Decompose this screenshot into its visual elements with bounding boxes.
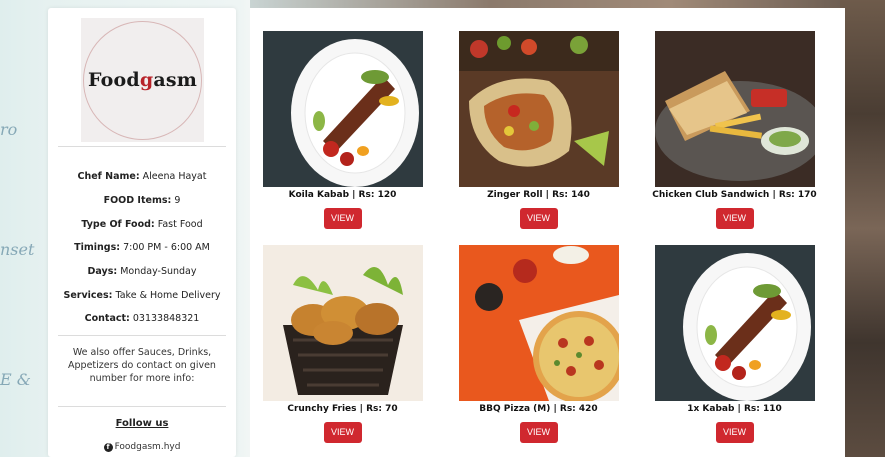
food-title: BBQ Pizza (M) | Rs: 420 — [479, 404, 598, 414]
follow-us-link[interactable]: Follow us — [48, 418, 236, 429]
food-title: Crunchy Fries | Rs: 70 — [287, 404, 398, 414]
food-title: Koila Kabab | Rs: 120 — [288, 190, 397, 200]
days-value: Monday-Sunday — [120, 266, 197, 277]
food-image-koila-kabab[interactable] — [262, 31, 423, 187]
food-title: Zinger Roll | Rs: 140 — [487, 190, 590, 200]
background-decor: nset — [0, 240, 35, 259]
extras-note: We also offer Sauces, Drinks, Appetizers… — [68, 347, 216, 384]
logo-wordmark: Foodgasm — [88, 69, 197, 91]
view-button[interactable]: VIEW — [519, 208, 558, 229]
view-button[interactable]: VIEW — [715, 208, 754, 229]
food-image-bbq-pizza[interactable] — [458, 245, 619, 401]
facebook-icon: f — [103, 442, 113, 452]
zinger-roll-illustration — [458, 31, 619, 167]
timings-label: Timings: — [74, 242, 121, 253]
days-label: Days: — [87, 266, 118, 277]
divider — [58, 146, 226, 147]
fried-chicken-basket-illustration — [282, 267, 403, 395]
food-items-line: FOOD Items: 9 — [48, 195, 236, 206]
view-button[interactable]: VIEW — [715, 422, 754, 443]
food-title: 1x Kabab | Rs: 110 — [687, 404, 782, 414]
menu-card: Chicken Club Sandwich | Rs: 170 VIEW — [647, 31, 822, 229]
facebook-handle: Foodgasm.hyd — [114, 442, 181, 452]
food-image-zinger-roll[interactable] — [458, 31, 619, 187]
days-line: Days: Monday-Sunday — [48, 266, 236, 277]
chef-name-value: Aleena Hayat — [142, 171, 207, 182]
food-items-value: 9 — [174, 195, 181, 206]
food-image-crunchy-fries[interactable] — [262, 245, 423, 401]
facebook-link[interactable]: f Foodgasm.hyd — [48, 442, 236, 452]
divider — [58, 335, 226, 336]
background-wood-edge — [840, 0, 885, 457]
chef-name-label: Chef Name: — [77, 171, 140, 182]
menu-grid: Koila Kabab | Rs: 120 VIEW Zinger Roll |… — [250, 8, 845, 457]
services-value: Take & Home Delivery — [115, 290, 221, 301]
logo-text-part-b: asm — [153, 69, 198, 91]
contact-value: 03133848321 — [132, 313, 200, 324]
food-items-label: FOOD Items: — [103, 195, 172, 206]
food-type-value: Fast Food — [157, 219, 203, 230]
menu-card: Zinger Roll | Rs: 140 VIEW — [451, 31, 626, 229]
services-line: Services: Take & Home Delivery — [48, 290, 236, 301]
food-image-club-sandwich[interactable] — [654, 31, 815, 187]
view-button[interactable]: VIEW — [519, 422, 558, 443]
food-image-1x-kabab[interactable] — [654, 245, 815, 401]
food-type-label: Type Of Food: — [81, 219, 155, 230]
logo-accent-letter: g — [139, 69, 154, 91]
logo-text-part-a: Food — [87, 69, 140, 91]
chef-name-line: Chef Name: Aleena Hayat — [48, 171, 236, 182]
background-top-strip — [250, 0, 850, 8]
background-decor: E & — [0, 370, 32, 389]
contact-line: Contact: 03133848321 — [48, 313, 236, 324]
kabab-plate-illustration — [682, 253, 811, 401]
timings-line: Timings: 7:00 PM - 6:00 AM — [48, 242, 236, 253]
divider — [58, 406, 226, 407]
kabab-plate-illustration — [290, 39, 419, 187]
view-button[interactable]: VIEW — [323, 422, 362, 443]
services-label: Services: — [63, 290, 113, 301]
pizza-illustration — [474, 246, 619, 401]
restaurant-info-sidebar: Foodgasm Chef Name: Aleena Hayat FOOD It… — [48, 8, 236, 457]
sandwich-plate-illustration — [654, 71, 815, 181]
contact-label: Contact: — [84, 313, 130, 324]
timings-value: 7:00 PM - 6:00 AM — [123, 242, 210, 253]
view-button[interactable]: VIEW — [323, 208, 362, 229]
brand-logo[interactable]: Foodgasm — [81, 18, 204, 142]
menu-card: Koila Kabab | Rs: 120 VIEW — [255, 31, 430, 229]
menu-card: Crunchy Fries | Rs: 70 VIEW — [255, 245, 430, 443]
food-type-line: Type Of Food: Fast Food — [48, 219, 236, 230]
menu-card: 1x Kabab | Rs: 110 VIEW — [647, 245, 822, 443]
background-decor: ro — [0, 120, 18, 139]
food-title: Chicken Club Sandwich | Rs: 170 — [652, 190, 817, 200]
menu-card: BBQ Pizza (M) | Rs: 420 VIEW — [451, 245, 626, 443]
